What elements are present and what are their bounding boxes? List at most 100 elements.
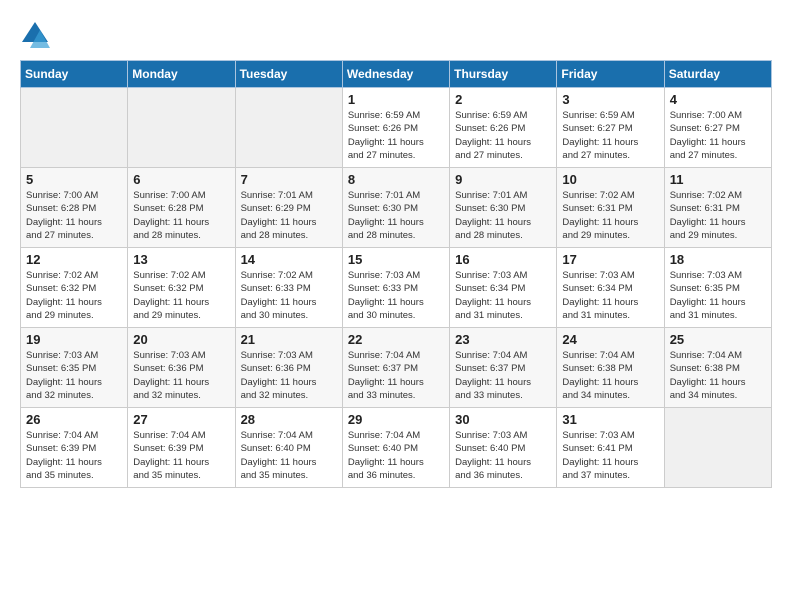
page-header (20, 20, 772, 50)
day-number: 21 (241, 332, 337, 347)
header-cell-wednesday: Wednesday (342, 61, 449, 88)
day-number: 31 (562, 412, 658, 427)
day-info: Sunrise: 7:04 AM Sunset: 6:37 PM Dayligh… (455, 349, 551, 402)
day-number: 24 (562, 332, 658, 347)
day-cell: 8 Sunrise: 7:01 AM Sunset: 6:30 PM Daylig… (342, 168, 449, 248)
day-cell: 30 Sunrise: 7:03 AM Sunset: 6:40 PM Dayli… (450, 408, 557, 488)
day-number: 6 (133, 172, 229, 187)
day-info: Sunrise: 7:04 AM Sunset: 6:37 PM Dayligh… (348, 349, 444, 402)
day-cell: 4 Sunrise: 7:00 AM Sunset: 6:27 PM Daylig… (664, 88, 771, 168)
day-number: 7 (241, 172, 337, 187)
day-info: Sunrise: 7:00 AM Sunset: 6:28 PM Dayligh… (133, 189, 229, 242)
day-number: 1 (348, 92, 444, 107)
header-cell-tuesday: Tuesday (235, 61, 342, 88)
day-number: 11 (670, 172, 766, 187)
day-number: 9 (455, 172, 551, 187)
day-number: 16 (455, 252, 551, 267)
week-row-4: 19Sunrise: 7:03 AM Sunset: 6:35 PM Dayli… (21, 328, 772, 408)
day-cell: 9 Sunrise: 7:01 AM Sunset: 6:30 PM Daylig… (450, 168, 557, 248)
day-cell: 22 Sunrise: 7:04 AM Sunset: 6:37 PM Dayli… (342, 328, 449, 408)
day-info: Sunrise: 7:04 AM Sunset: 6:40 PM Dayligh… (241, 429, 337, 482)
day-number: 5 (26, 172, 122, 187)
day-cell: 10Sunrise: 7:02 AM Sunset: 6:31 PM Dayli… (557, 168, 664, 248)
day-cell: 12 Sunrise: 7:02 AM Sunset: 6:32 PM Dayli… (21, 248, 128, 328)
calendar-header: SundayMondayTuesdayWednesdayThursdayFrid… (21, 61, 772, 88)
header-cell-saturday: Saturday (664, 61, 771, 88)
day-info: Sunrise: 7:00 AM Sunset: 6:27 PM Dayligh… (670, 109, 766, 162)
day-info: Sunrise: 6:59 AM Sunset: 6:27 PM Dayligh… (562, 109, 658, 162)
day-cell: 16 Sunrise: 7:03 AM Sunset: 6:34 PM Dayli… (450, 248, 557, 328)
day-info: Sunrise: 7:03 AM Sunset: 6:36 PM Dayligh… (241, 349, 337, 402)
day-info: Sunrise: 7:02 AM Sunset: 6:32 PM Dayligh… (133, 269, 229, 322)
day-number: 27 (133, 412, 229, 427)
day-info: Sunrise: 7:04 AM Sunset: 6:39 PM Dayligh… (133, 429, 229, 482)
day-cell: 31 Sunrise: 7:03 AM Sunset: 6:41 PM Dayli… (557, 408, 664, 488)
day-cell: 18 Sunrise: 7:03 AM Sunset: 6:35 PM Dayli… (664, 248, 771, 328)
day-info: Sunrise: 6:59 AM Sunset: 6:26 PM Dayligh… (348, 109, 444, 162)
day-number: 3 (562, 92, 658, 107)
day-cell: 24 Sunrise: 7:04 AM Sunset: 6:38 PM Dayli… (557, 328, 664, 408)
day-number: 17 (562, 252, 658, 267)
day-info: Sunrise: 7:04 AM Sunset: 6:38 PM Dayligh… (562, 349, 658, 402)
day-info: Sunrise: 7:03 AM Sunset: 6:36 PM Dayligh… (133, 349, 229, 402)
logo-icon (20, 20, 50, 50)
day-number: 12 (26, 252, 122, 267)
day-info: Sunrise: 7:04 AM Sunset: 6:38 PM Dayligh… (670, 349, 766, 402)
day-number: 8 (348, 172, 444, 187)
day-cell: 23 Sunrise: 7:04 AM Sunset: 6:37 PM Dayli… (450, 328, 557, 408)
day-cell: 19Sunrise: 7:03 AM Sunset: 6:35 PM Dayli… (21, 328, 128, 408)
day-info: Sunrise: 7:02 AM Sunset: 6:31 PM Dayligh… (562, 189, 658, 242)
day-number: 30 (455, 412, 551, 427)
day-number: 22 (348, 332, 444, 347)
day-info: Sunrise: 7:04 AM Sunset: 6:40 PM Dayligh… (348, 429, 444, 482)
header-cell-thursday: Thursday (450, 61, 557, 88)
day-cell: 25 Sunrise: 7:04 AM Sunset: 6:38 PM Dayli… (664, 328, 771, 408)
day-cell: 28 Sunrise: 7:04 AM Sunset: 6:40 PM Dayli… (235, 408, 342, 488)
calendar-table: SundayMondayTuesdayWednesdayThursdayFrid… (20, 60, 772, 488)
day-info: Sunrise: 7:02 AM Sunset: 6:33 PM Dayligh… (241, 269, 337, 322)
day-cell: 29Sunrise: 7:04 AM Sunset: 6:40 PM Dayli… (342, 408, 449, 488)
header-row: SundayMondayTuesdayWednesdayThursdayFrid… (21, 61, 772, 88)
day-number: 18 (670, 252, 766, 267)
day-number: 19 (26, 332, 122, 347)
day-cell: 3 Sunrise: 6:59 AM Sunset: 6:27 PM Daylig… (557, 88, 664, 168)
day-info: Sunrise: 7:02 AM Sunset: 6:32 PM Dayligh… (26, 269, 122, 322)
day-cell: 7 Sunrise: 7:01 AM Sunset: 6:29 PM Daylig… (235, 168, 342, 248)
header-cell-monday: Monday (128, 61, 235, 88)
day-info: Sunrise: 7:03 AM Sunset: 6:34 PM Dayligh… (455, 269, 551, 322)
day-cell: 14Sunrise: 7:02 AM Sunset: 6:33 PM Dayli… (235, 248, 342, 328)
day-cell: 2Sunrise: 6:59 AM Sunset: 6:26 PM Daylig… (450, 88, 557, 168)
day-number: 23 (455, 332, 551, 347)
day-cell: 27 Sunrise: 7:04 AM Sunset: 6:39 PM Dayli… (128, 408, 235, 488)
header-cell-friday: Friday (557, 61, 664, 88)
day-info: Sunrise: 6:59 AM Sunset: 6:26 PM Dayligh… (455, 109, 551, 162)
day-cell (21, 88, 128, 168)
day-info: Sunrise: 7:04 AM Sunset: 6:39 PM Dayligh… (26, 429, 122, 482)
day-cell: 11Sunrise: 7:02 AM Sunset: 6:31 PM Dayli… (664, 168, 771, 248)
day-cell: 21 Sunrise: 7:03 AM Sunset: 6:36 PM Dayli… (235, 328, 342, 408)
day-info: Sunrise: 7:03 AM Sunset: 6:40 PM Dayligh… (455, 429, 551, 482)
day-number: 25 (670, 332, 766, 347)
calendar-body: 1 Sunrise: 6:59 AM Sunset: 6:26 PM Daylig… (21, 88, 772, 488)
logo (20, 20, 54, 50)
day-info: Sunrise: 7:03 AM Sunset: 6:34 PM Dayligh… (562, 269, 658, 322)
day-info: Sunrise: 7:03 AM Sunset: 6:35 PM Dayligh… (670, 269, 766, 322)
day-info: Sunrise: 7:00 AM Sunset: 6:28 PM Dayligh… (26, 189, 122, 242)
day-number: 28 (241, 412, 337, 427)
header-cell-sunday: Sunday (21, 61, 128, 88)
day-number: 15 (348, 252, 444, 267)
week-row-2: 5 Sunrise: 7:00 AM Sunset: 6:28 PM Daylig… (21, 168, 772, 248)
day-cell (128, 88, 235, 168)
week-row-5: 26 Sunrise: 7:04 AM Sunset: 6:39 PM Dayli… (21, 408, 772, 488)
day-number: 20 (133, 332, 229, 347)
day-info: Sunrise: 7:01 AM Sunset: 6:29 PM Dayligh… (241, 189, 337, 242)
day-info: Sunrise: 7:03 AM Sunset: 6:41 PM Dayligh… (562, 429, 658, 482)
day-cell: 15Sunrise: 7:03 AM Sunset: 6:33 PM Dayli… (342, 248, 449, 328)
day-info: Sunrise: 7:01 AM Sunset: 6:30 PM Dayligh… (455, 189, 551, 242)
day-cell: 5 Sunrise: 7:00 AM Sunset: 6:28 PM Daylig… (21, 168, 128, 248)
day-info: Sunrise: 7:01 AM Sunset: 6:30 PM Dayligh… (348, 189, 444, 242)
day-cell: 20 Sunrise: 7:03 AM Sunset: 6:36 PM Dayli… (128, 328, 235, 408)
day-number: 26 (26, 412, 122, 427)
day-number: 13 (133, 252, 229, 267)
day-number: 4 (670, 92, 766, 107)
